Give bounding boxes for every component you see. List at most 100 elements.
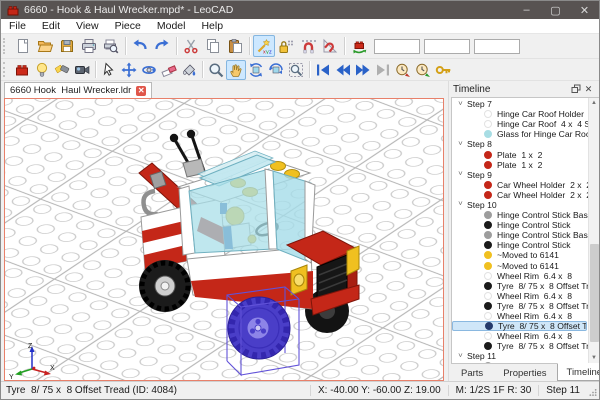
- timeline-part-item[interactable]: Plate 1 x 2: [452, 160, 588, 170]
- timeline-part-item[interactable]: Hinge Car Roof 4 x 4 S...: [452, 119, 588, 129]
- save-file-button[interactable]: [56, 35, 78, 57]
- minimize-button[interactable]: –: [512, 1, 541, 19]
- roll-button[interactable]: [266, 60, 286, 80]
- document-tab[interactable]: 6660 Hook Haul Wrecker.ldr ✕: [4, 82, 152, 98]
- timeline-step[interactable]: >Step 7: [452, 99, 588, 109]
- timeline-part-item[interactable]: Wheel Rim 6.4 x 8: [452, 331, 588, 341]
- step-label: Step 8: [467, 139, 492, 149]
- transform-input-y[interactable]: [424, 39, 470, 54]
- panel-close-icon[interactable]: ✕: [582, 83, 595, 96]
- paste-button[interactable]: [224, 35, 246, 57]
- timeline-part-item[interactable]: Hinge Control Stick: [452, 240, 588, 250]
- first-step-button[interactable]: [313, 60, 333, 80]
- transform-button[interactable]: [348, 35, 370, 57]
- select-button[interactable]: [99, 60, 119, 80]
- snap-grid-button[interactable]: [297, 35, 319, 57]
- snap-angle-button[interactable]: [319, 35, 341, 57]
- zoom-button[interactable]: [206, 60, 226, 80]
- open-file-button[interactable]: [34, 35, 56, 57]
- paint-button[interactable]: [179, 60, 199, 80]
- menu-model[interactable]: Model: [149, 19, 194, 33]
- timeline-step[interactable]: >Step 9: [452, 170, 588, 180]
- collapse-chevron-icon[interactable]: >: [456, 101, 463, 108]
- insert-piece-button[interactable]: [12, 60, 32, 80]
- part-name: ~Moved to 6141: [497, 261, 559, 271]
- menu-piece[interactable]: Piece: [107, 19, 149, 33]
- collapse-chevron-icon[interactable]: >: [456, 141, 463, 148]
- float-window-icon[interactable]: [569, 83, 582, 96]
- light-button[interactable]: [32, 60, 52, 80]
- collapse-chevron-icon[interactable]: >: [456, 171, 463, 178]
- timeline-part-item[interactable]: ~Moved to 6141: [452, 261, 588, 271]
- timeline-part-item[interactable]: Tyre 8/ 75 x 8 Offset Tr...: [452, 301, 588, 311]
- camera-button[interactable]: [72, 60, 92, 80]
- rear-left-wheel[interactable]: [139, 260, 191, 312]
- timeline-part-item[interactable]: Wheel Rim 6.4 x 8: [452, 311, 588, 321]
- toolbar-handle[interactable]: [3, 38, 9, 55]
- previous-step-button[interactable]: [333, 60, 353, 80]
- snap-move-button[interactable]: [275, 35, 297, 57]
- print-preview-button[interactable]: [100, 35, 122, 57]
- zoom-region-button[interactable]: [286, 60, 306, 80]
- timeline-scrollbar[interactable]: ▲ ▼: [588, 98, 599, 363]
- last-step-button[interactable]: [373, 60, 393, 80]
- timeline-part-item[interactable]: Car Wheel Holder 2 x 2...: [452, 180, 588, 190]
- timeline-step[interactable]: > Step 8: [452, 139, 588, 149]
- transform-input-x[interactable]: [374, 39, 420, 54]
- time-forward-button[interactable]: [413, 60, 433, 80]
- part-color-icon: [484, 181, 492, 189]
- scroll-up-icon[interactable]: ▲: [589, 98, 599, 108]
- next-step-button[interactable]: [353, 60, 373, 80]
- edit-keys-button[interactable]: [433, 60, 453, 80]
- collapse-chevron-icon[interactable]: >: [456, 353, 463, 360]
- delete-button[interactable]: [159, 60, 179, 80]
- new-file-button[interactable]: [12, 35, 34, 57]
- timeline-step[interactable]: >Step 10: [452, 200, 588, 210]
- timeline-part-item[interactable]: Glass for Hinge Car Roo...: [452, 129, 588, 139]
- menu-view[interactable]: View: [68, 19, 107, 33]
- spotlight-button[interactable]: [52, 60, 72, 80]
- print-button[interactable]: [78, 35, 100, 57]
- redo-button[interactable]: [151, 35, 173, 57]
- timeline-part-item[interactable]: Tyre 8/ 75 x 8 Offset Tr...: [452, 341, 588, 351]
- transform-input-z[interactable]: [474, 39, 520, 54]
- relative-transform-button[interactable]: xyz: [253, 35, 275, 57]
- spotlight-icon: [54, 62, 70, 78]
- timeline-part-item[interactable]: Car Wheel Holder 2 x 2...: [452, 190, 588, 200]
- panel-tab-properties[interactable]: Properties: [493, 364, 556, 381]
- scroll-thumb[interactable]: [590, 244, 599, 342]
- maximize-button[interactable]: ▢: [541, 1, 570, 19]
- rotate-view-button[interactable]: [246, 60, 266, 80]
- timeline-part-item[interactable]: Tyre 8/ 75 x 8 Offset Tr...: [452, 281, 588, 291]
- timeline-part-item[interactable]: Plate 1 x 2: [452, 149, 588, 159]
- scroll-down-icon[interactable]: ▼: [589, 353, 599, 363]
- panel-tab-parts[interactable]: Parts: [451, 364, 493, 381]
- timeline-step[interactable]: >Step 11: [452, 351, 588, 361]
- 3d-viewport[interactable]: Z X Y: [4, 98, 444, 381]
- menu-help[interactable]: Help: [193, 19, 231, 33]
- move-button[interactable]: [119, 60, 139, 80]
- timeline-part-item[interactable]: Wheel Rim 6.4 x 8: [452, 291, 588, 301]
- undo-button[interactable]: [129, 35, 151, 57]
- tab-close-icon[interactable]: ✕: [136, 86, 146, 96]
- cut-button[interactable]: [180, 35, 202, 57]
- time-backward-button[interactable]: [393, 60, 413, 80]
- menu-file[interactable]: File: [1, 19, 34, 33]
- timeline-part-item[interactable]: Hinge Control Stick Base: [452, 210, 588, 220]
- timeline-part-item[interactable]: Hinge Car Roof Holder ...: [452, 109, 588, 119]
- panel-tab-timeline[interactable]: Timeline: [557, 363, 600, 381]
- close-button[interactable]: ✕: [570, 1, 599, 19]
- timeline-part-item[interactable]: Hinge Control Stick Base: [452, 230, 588, 240]
- timeline-part-item[interactable]: Tyre 8/ 75 x 8 Offset Tr...: [452, 321, 587, 331]
- pan-button[interactable]: [226, 60, 246, 80]
- insert-piece-icon: [14, 62, 30, 78]
- copy-button[interactable]: [202, 35, 224, 57]
- rotate-button[interactable]: [139, 60, 159, 80]
- resize-grip[interactable]: [587, 382, 599, 399]
- timeline-part-item[interactable]: Wheel Rim 6.4 x 8: [452, 271, 588, 281]
- timeline-part-item[interactable]: Hinge Control Stick: [452, 220, 588, 230]
- toolbar-handle[interactable]: [3, 62, 9, 77]
- menu-edit[interactable]: Edit: [34, 19, 68, 33]
- collapse-chevron-icon[interactable]: >: [456, 201, 463, 208]
- timeline-part-item[interactable]: ~Moved to 6141: [452, 250, 588, 260]
